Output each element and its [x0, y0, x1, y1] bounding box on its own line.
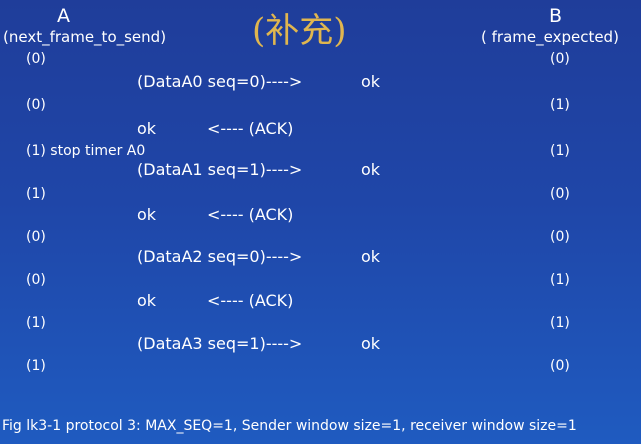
data-frame-message: (DataA2 seq=0)----> [137, 247, 303, 266]
sender-ok: ok [137, 291, 157, 310]
ack-message: <---- (ACK) [207, 205, 294, 224]
receiver-state: (0) [550, 186, 570, 202]
receiver-ok: ok [361, 247, 381, 266]
data-frame-message: (DataA3 seq=1)----> [137, 334, 303, 353]
receiver-state: (1) [550, 143, 570, 159]
sender-ok: ok [137, 119, 157, 138]
receiver-ok: ok [361, 160, 381, 179]
receiver-state: (1) [550, 315, 570, 331]
supplement-title: (补充) [252, 11, 347, 51]
sender-label: A [57, 5, 70, 27]
sender-state: (0) [26, 51, 46, 67]
data-frame-message: (DataA1 seq=1)----> [137, 160, 303, 179]
receiver-ok: ok [361, 334, 381, 353]
data-frame-message: (DataA0 seq=0)----> [137, 72, 303, 91]
receiver-state: (1) [550, 97, 570, 113]
ack-message: <---- (ACK) [207, 119, 294, 138]
receiver-label: B [549, 5, 563, 27]
receiver-ok: ok [361, 72, 381, 91]
ack-message: <---- (ACK) [207, 291, 294, 310]
sender-state: (1) [26, 315, 46, 331]
receiver-state: (0) [550, 229, 570, 245]
sender-state: (1) stop timer A0 [26, 143, 146, 159]
receiver-variable-label: ( frame_expected) [481, 28, 619, 46]
receiver-state: (0) [550, 51, 570, 67]
sender-variable-label: (next_frame_to_send) [3, 28, 167, 46]
sender-ok: ok [137, 205, 157, 224]
sender-state: (0) [26, 229, 46, 245]
sender-state: (0) [26, 97, 46, 113]
sender-state: (1) [26, 186, 46, 202]
figure-caption: Fig lk3-1 protocol 3: MAX_SEQ=1, Sender … [2, 418, 577, 434]
receiver-state: (1) [550, 272, 570, 288]
receiver-state: (0) [550, 358, 570, 374]
sender-state: (1) [26, 358, 46, 374]
sender-state: (0) [26, 272, 46, 288]
